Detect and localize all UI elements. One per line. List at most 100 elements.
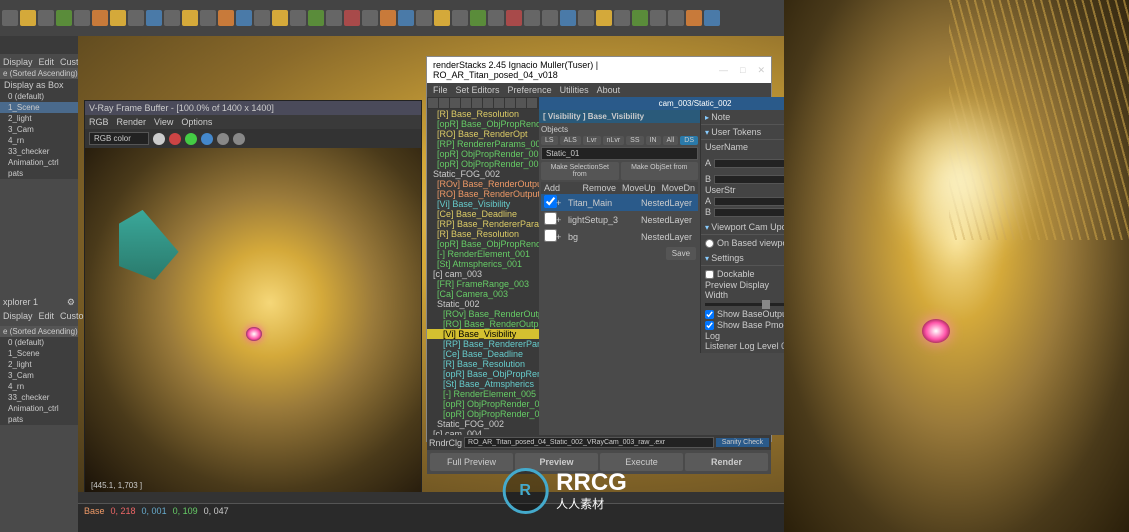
menu-display[interactable]: Display <box>3 311 33 321</box>
gear-icon[interactable]: ⚙ <box>67 297 75 308</box>
tool-icon[interactable] <box>2 10 18 26</box>
rs-tree-item[interactable]: [FR] FrameRange_003 <box>427 279 539 289</box>
col-movedn[interactable]: MoveDn <box>659 182 699 194</box>
vfb-alpha-toggle[interactable] <box>217 133 229 145</box>
rs-tree-item[interactable]: [c] cam_003 <box>427 269 539 279</box>
vfb-menu-options[interactable]: Options <box>181 117 212 127</box>
rs-filter-button[interactable]: All <box>663 136 679 145</box>
vfb-menu-view[interactable]: View <box>154 117 173 127</box>
tool-icon[interactable] <box>506 10 522 26</box>
tool-icon[interactable] <box>164 10 180 26</box>
rs-filter-button[interactable]: SS <box>626 136 643 145</box>
full-preview-button[interactable]: Full Preview <box>430 453 513 471</box>
rs-tool-icon[interactable] <box>527 98 537 108</box>
tree-item[interactable]: 3_Cam <box>0 370 78 381</box>
rs-tree-item[interactable]: [St] Atmspherics_001 <box>427 259 539 269</box>
rs-tree-item[interactable]: [R] Base_Resolution <box>427 229 539 239</box>
vfb-red-toggle[interactable] <box>169 133 181 145</box>
tool-icon[interactable] <box>200 10 216 26</box>
timeline-ruler[interactable] <box>78 492 784 504</box>
rs-tool-icon[interactable] <box>494 98 504 108</box>
col-add[interactable]: Add <box>541 182 579 194</box>
rs-make-objset-button[interactable]: Make ObjSet from <box>621 162 699 180</box>
tool-icon[interactable] <box>380 10 396 26</box>
rs-tree-item[interactable]: [opR] ObjPropRender_003 <box>427 409 539 419</box>
rs-filter-button[interactable]: ALS <box>560 136 581 145</box>
dockable-check[interactable] <box>705 270 714 279</box>
tool-icon[interactable] <box>110 10 126 26</box>
tool-icon[interactable] <box>344 10 360 26</box>
rs-tree-item[interactable]: [RO] Base_RenderOutput <box>427 189 539 199</box>
render-button[interactable]: Render <box>685 453 768 471</box>
rs-tree-item[interactable]: [opR] Base_ObjPropRender <box>427 369 539 379</box>
tool-icon[interactable] <box>704 10 720 26</box>
close-icon[interactable]: ✕ <box>757 65 765 76</box>
rs-tree-item[interactable]: [RO] Base_RenderOpt <box>427 129 539 139</box>
tool-icon[interactable] <box>542 10 558 26</box>
tool-icon[interactable] <box>632 10 648 26</box>
tree-item[interactable]: pats <box>0 168 78 179</box>
tool-icon[interactable] <box>524 10 540 26</box>
rs-tree-item[interactable]: [Ce] Base_Deadline <box>427 349 539 359</box>
tool-icon[interactable] <box>38 10 54 26</box>
tool-icon[interactable] <box>74 10 90 26</box>
tree-item[interactable]: 1_Scene <box>0 348 78 359</box>
tool-icon[interactable] <box>434 10 450 26</box>
tool-icon[interactable] <box>650 10 666 26</box>
rs-menu-about[interactable]: About <box>597 85 621 95</box>
rs-tree-item[interactable]: [ROv] Base_RenderOutputVRay <box>427 309 539 319</box>
tool-icon[interactable] <box>182 10 198 26</box>
tool-icon[interactable] <box>290 10 306 26</box>
tool-icon[interactable] <box>326 10 342 26</box>
table-row[interactable]: +lightSetup_3NestedLayer <box>541 211 698 228</box>
tool-icon[interactable] <box>452 10 468 26</box>
rs-menu-utilities[interactable]: Utilities <box>560 85 589 95</box>
rs-tree-item[interactable]: Static_002 <box>427 299 539 309</box>
vfb-menu-render[interactable]: Render <box>117 117 147 127</box>
table-row[interactable]: +Titan_MainNestedLayer <box>541 194 698 211</box>
tool-icon[interactable] <box>596 10 612 26</box>
rs-tree-item[interactable]: [-] RenderElement_005 <box>427 389 539 399</box>
sanity-check-button[interactable]: Sanity Check <box>716 438 769 447</box>
vfb-rgb-toggle[interactable] <box>153 133 165 145</box>
tool-icon[interactable] <box>686 10 702 26</box>
rs-tree-item[interactable]: [R] Base_Resolution <box>427 109 539 119</box>
rs-tree-item[interactable]: [Ca] Camera_003 <box>427 289 539 299</box>
vfb-mono-toggle[interactable] <box>233 133 245 145</box>
rs-tree-item[interactable]: [RO] Base_RenderOutput <box>427 319 539 329</box>
tool-icon[interactable] <box>218 10 234 26</box>
rs-make-selset-button[interactable]: Make SelectionSet from <box>541 162 619 180</box>
tool-icon[interactable] <box>56 10 72 26</box>
rs-tool-icon[interactable] <box>516 98 526 108</box>
tool-icon[interactable] <box>614 10 630 26</box>
rs-tool-icon[interactable] <box>450 98 460 108</box>
minimize-icon[interactable]: — <box>719 65 728 76</box>
rs-menu-file[interactable]: File <box>433 85 448 95</box>
tree-item[interactable]: 3_Cam <box>0 124 78 135</box>
tool-icon[interactable] <box>488 10 504 26</box>
tree-item[interactable]: pats <box>0 414 78 425</box>
col-remove[interactable]: Remove <box>579 182 619 194</box>
vfb-green-toggle[interactable] <box>185 133 197 145</box>
tool-icon[interactable] <box>578 10 594 26</box>
rs-tree-item[interactable]: [opR] ObjPropRender_007 <box>427 399 539 409</box>
tool-icon[interactable] <box>560 10 576 26</box>
vfb-render-view[interactable]: [445.1, 1,703 ] <box>85 148 421 492</box>
menu-edit[interactable]: Edit <box>39 57 55 67</box>
rs-tree-item[interactable]: [RP] RendererParams_001 <box>427 139 539 149</box>
tree-item[interactable]: 33_checker <box>0 146 78 157</box>
rs-tree-item[interactable]: Static_FOG_002 <box>427 419 539 429</box>
rs-filter-button[interactable]: DS <box>680 136 698 145</box>
rs-tool-icon[interactable] <box>439 98 449 108</box>
rs-save-button[interactable]: Save <box>666 247 696 260</box>
rs-tree-item[interactable]: [RP] Base_RendererParams <box>427 219 539 229</box>
rs-tree-item[interactable]: [opR] ObjPropRender_005 <box>427 159 539 169</box>
tool-icon[interactable] <box>146 10 162 26</box>
rs-filter-button[interactable]: IN <box>646 136 661 145</box>
tool-icon[interactable] <box>272 10 288 26</box>
tool-icon[interactable] <box>416 10 432 26</box>
tool-icon[interactable] <box>668 10 684 26</box>
tree-item[interactable]: 4_rn <box>0 135 78 146</box>
tree-item[interactable]: 33_checker <box>0 392 78 403</box>
tree-item[interactable]: 4_rn <box>0 381 78 392</box>
